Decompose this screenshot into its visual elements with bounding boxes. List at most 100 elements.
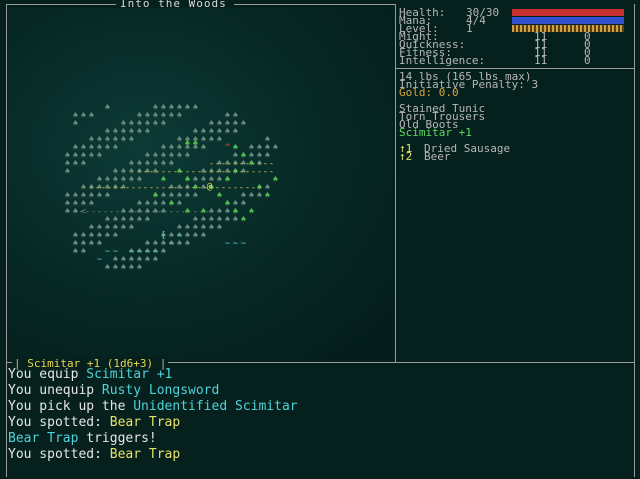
log-line: You spotted: Bear Trap [8,447,180,463]
map-top-border [6,4,116,5]
tree-icon: ♠ [112,231,119,241]
level-value: 1 [466,22,473,35]
tree-icon: ♠ [224,215,231,225]
tree-icon: ♠ [240,215,247,225]
trap-icon: ^ [224,143,231,153]
consumable-name[interactable]: Beer [424,151,451,162]
water-tile: ~ [224,239,231,249]
tree-icon: ♠ [136,215,143,225]
water-tile: ~ [104,247,111,257]
tree-icon: ♠ [232,127,239,137]
attribute-value: 11 [534,54,548,67]
tree-icon: ♠ [128,135,135,145]
log-fragment: Scimitar +1 [86,367,173,382]
log-fragment: Bear Trap [8,431,79,446]
water-tile: ~ [152,247,159,257]
tree-icon: ♠ [176,239,183,249]
tree-icon: ♠ [168,111,175,121]
tree-icon: ♠ [160,119,167,129]
water-tile: ~ [128,247,135,257]
tree-icon: ♠ [192,191,199,201]
tree-icon: ♠ [200,231,207,241]
log-line: You unequip Rusty Longsword [8,383,219,399]
xp-bar [512,25,624,32]
tree-icon: ♠ [112,263,119,273]
log-fragment: Bear Trap [109,415,181,430]
tree-icon: ♠ [240,199,247,209]
tree-icon: ♠ [200,143,207,153]
tree-icon: ♠ [144,255,151,265]
message-log: You equip Scimitar +1 You unequip Rusty L… [8,366,632,476]
tree-icon: ♠ [128,223,135,233]
tree-icon: ♠ [184,239,191,249]
tree-icon: ♠ [104,231,111,241]
tree-icon: ♠ [248,207,255,217]
tree-icon: ♠ [88,111,95,121]
path-tile: - [204,207,211,217]
log-fragment: triggers! [78,431,157,446]
log-fragment: You unequip [8,383,102,398]
tree-icon: ♠ [208,223,215,233]
water-tile: ~ [168,239,175,249]
player-icon: @ [206,182,213,192]
tree-icon: ♠ [120,263,127,273]
log-fragment: Unidentified Scimitar [133,399,298,414]
tree-icon: ♠ [104,103,111,113]
tree-icon: ♠ [208,135,215,145]
tree-icon: ♠ [120,135,127,145]
tree-icon: ♠ [80,159,87,169]
mana-bar [512,17,624,24]
tree-icon: ♠ [152,119,159,129]
tree-icon: ♠ [192,139,199,149]
tree-icon: ♠ [96,151,103,161]
tree-icon: ♠ [80,111,87,121]
tree-icon: ♠ [248,191,255,201]
log-fragment: Rusty Longsword [101,383,220,398]
water-tile: ~ [144,247,151,257]
tree-icon: ♠ [96,239,103,249]
gold-text: Gold: 0.0 [399,86,459,99]
tree-icon: ♠ [184,191,191,201]
attribute-label: Intelligence: [399,54,486,67]
tree-icon: ♠ [240,119,247,129]
water-tile: ~ [96,255,103,265]
log-fragment: You equip [8,367,87,382]
tree-icon: ♠ [224,199,231,209]
map-viewport[interactable]: ♠ ♠ ♠ ♠ ♠ ♠ ♠ ♠ ♠ ♠ ♠ ♠ ♠ ♠ ♠ ♠ ♠ ♠ ♠ ♠ ♠ ♠ ♠ ♠ ♠ ♠ ♠ ♠ ♠ ♠ ♠ ♠ ♠ ♠ ♠ ♠ ♠ ♠ ♠ ♠… [8,8,393,360]
tree-icon: ♠ [104,143,111,153]
consumable-hotkey: ↑2 [399,150,413,163]
tree-icon: ♠ [264,191,271,201]
water-tile: ~ [240,239,247,249]
map-top-border-right [234,4,396,5]
tree-icon: ♠ [104,191,111,201]
log-fragment: Bear Trap [109,447,181,462]
tree-icon: ♠ [64,167,71,177]
stairs-icon: < [80,207,87,217]
tree-icon: ♠ [176,111,183,121]
map-left-border [6,4,7,362]
tree-icon: ♠ [256,191,263,201]
tree-icon: ♠ [104,263,111,273]
log-line: You pick up the Unidentified Scimitar [8,399,298,415]
tree-icon: ♠ [192,103,199,113]
map-right-border [395,4,396,362]
tree-icon: ♠ [64,207,71,217]
map-title: Into the Woods [120,0,227,10]
tree-icon: ♠ [184,103,191,113]
log-line: You spotted: Bear Trap [8,415,180,431]
path-tile: - [256,183,263,193]
tree-icon: ♠ [128,263,135,273]
equipped-weapon[interactable]: Scimitar +1 [399,127,472,138]
tree-icon: ♠ [152,255,159,265]
attribute-modifier: 0 [584,54,591,67]
tree-icon: ♠ [216,191,223,201]
tree-icon: ♠ [144,127,151,137]
tree-icon: ♠ [232,215,239,225]
tree-icon: ♠ [152,191,159,201]
tree-icon: ♠ [184,151,191,161]
log-line: You equip Scimitar +1 [8,367,172,383]
tree-icon: ♠ [232,207,239,217]
tree-icon: ♠ [120,223,127,233]
water-tile: ~ [232,239,239,249]
tree-icon: ♠ [72,247,79,257]
